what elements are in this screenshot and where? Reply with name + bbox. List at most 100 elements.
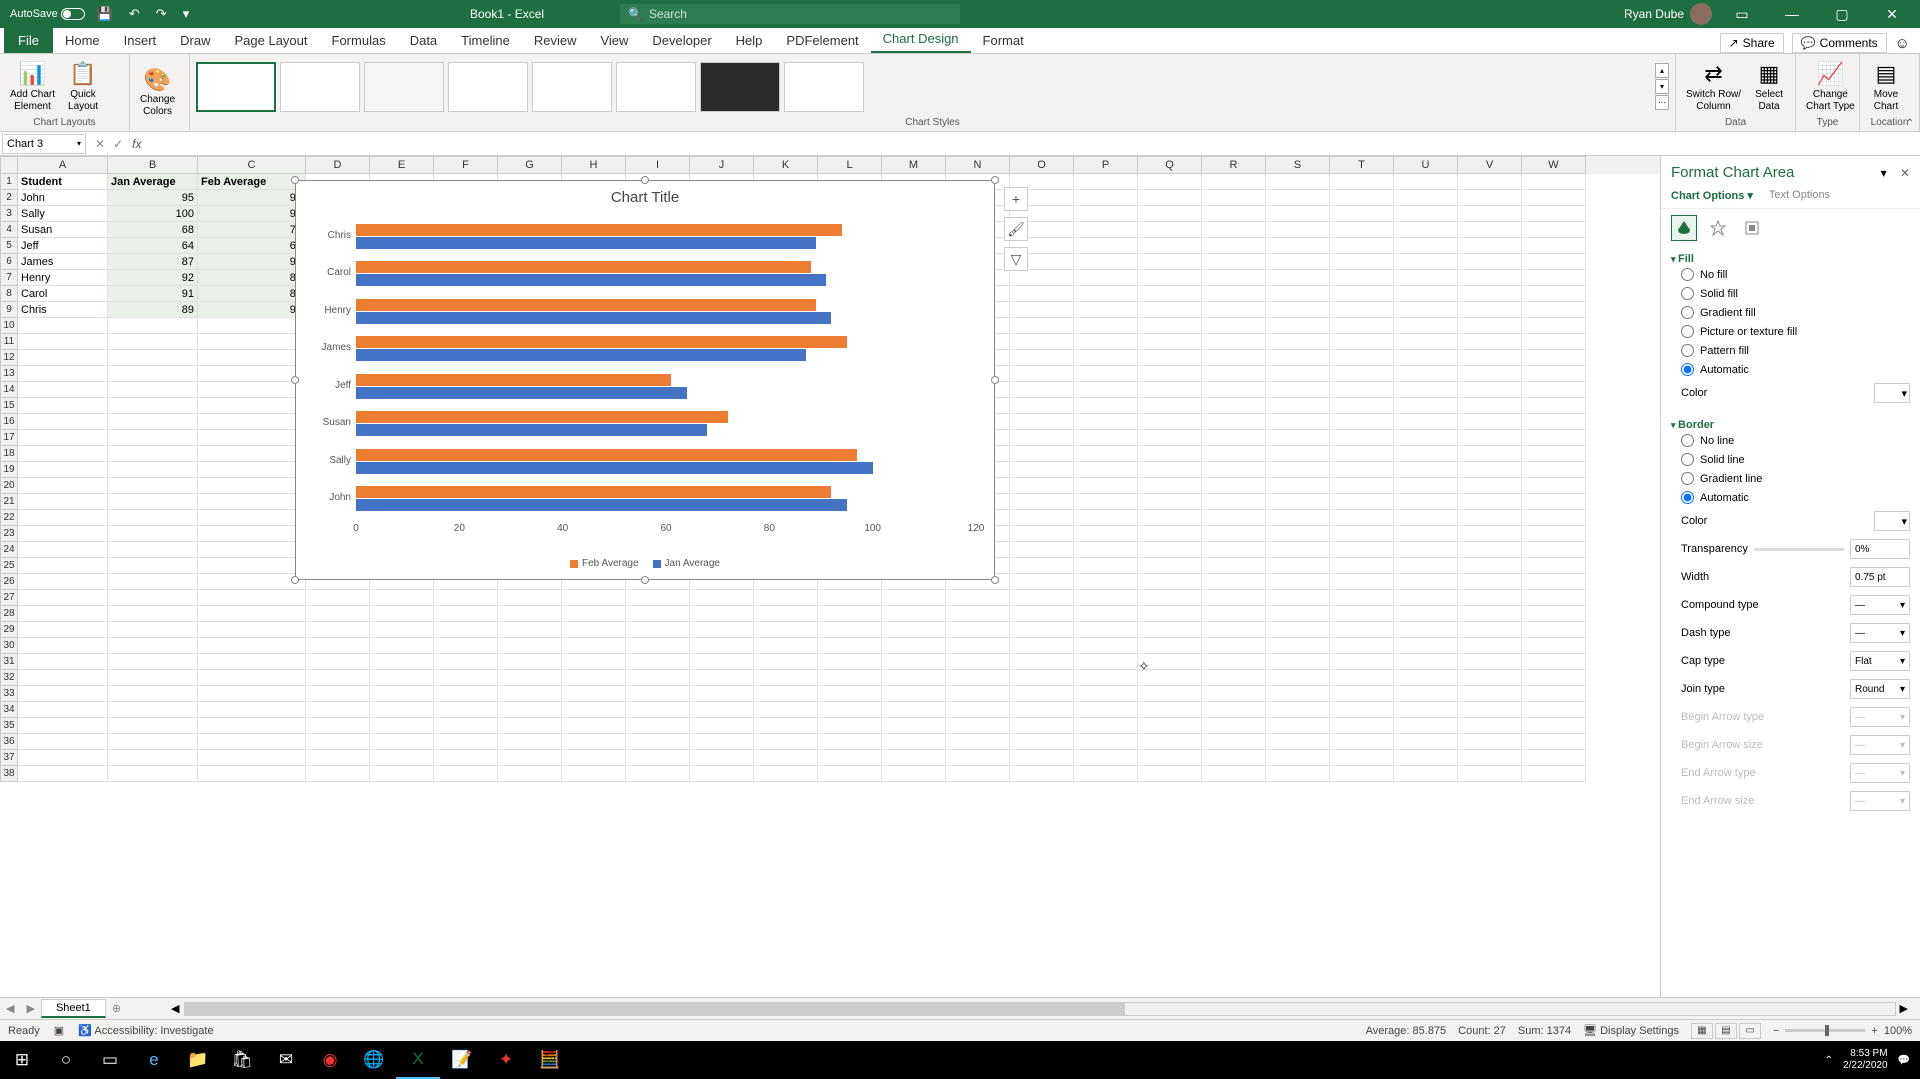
cell[interactable] — [198, 430, 306, 446]
cell[interactable] — [562, 670, 626, 686]
cell[interactable] — [1202, 366, 1266, 382]
cell[interactable] — [1074, 718, 1138, 734]
cell[interactable] — [1266, 462, 1330, 478]
display-settings-button[interactable]: 🖥 Display Settings — [1583, 1024, 1679, 1037]
cell[interactable] — [754, 590, 818, 606]
cell[interactable] — [1458, 190, 1522, 206]
cell[interactable] — [1138, 430, 1202, 446]
cell[interactable] — [1330, 302, 1394, 318]
cell[interactable] — [306, 718, 370, 734]
quick-layout-button[interactable]: 📋Quick Layout — [63, 59, 103, 115]
cell[interactable] — [1522, 430, 1586, 446]
formula-input[interactable] — [147, 134, 1920, 154]
cell[interactable] — [1330, 542, 1394, 558]
cell[interactable] — [1010, 590, 1074, 606]
cell[interactable] — [108, 382, 198, 398]
new-sheet-icon[interactable]: ⊕ — [106, 1002, 127, 1015]
column-header[interactable]: M — [882, 156, 946, 174]
cell[interactable] — [626, 686, 690, 702]
cell[interactable] — [946, 686, 1010, 702]
cell[interactable] — [1330, 654, 1394, 670]
cell[interactable] — [1522, 222, 1586, 238]
cell[interactable] — [946, 606, 1010, 622]
cell[interactable] — [626, 750, 690, 766]
cell[interactable] — [18, 510, 108, 526]
row-header[interactable]: 8 — [0, 286, 18, 302]
row-header[interactable]: 27 — [0, 590, 18, 606]
cell[interactable] — [1202, 654, 1266, 670]
cell[interactable] — [1074, 350, 1138, 366]
cell[interactable] — [946, 590, 1010, 606]
cell[interactable] — [1138, 574, 1202, 590]
cortana-icon[interactable]: ○ — [44, 1041, 88, 1079]
cell[interactable] — [1330, 606, 1394, 622]
comments-button[interactable]: 💬Comments — [1792, 33, 1887, 53]
cell[interactable] — [562, 590, 626, 606]
cell[interactable] — [108, 702, 198, 718]
cell[interactable] — [562, 766, 626, 782]
chart-style-8[interactable] — [784, 62, 864, 112]
cell[interactable] — [370, 686, 434, 702]
row-header[interactable]: 35 — [0, 718, 18, 734]
cell[interactable] — [1394, 414, 1458, 430]
column-header[interactable]: P — [1074, 156, 1138, 174]
cell[interactable] — [1138, 606, 1202, 622]
cell[interactable] — [1522, 718, 1586, 734]
cell[interactable] — [1458, 334, 1522, 350]
cell[interactable] — [198, 702, 306, 718]
column-header[interactable]: L — [818, 156, 882, 174]
cell[interactable] — [1458, 654, 1522, 670]
cell[interactable] — [690, 734, 754, 750]
cell[interactable] — [108, 462, 198, 478]
cell[interactable] — [1330, 718, 1394, 734]
column-header[interactable]: G — [498, 156, 562, 174]
cell[interactable] — [1522, 398, 1586, 414]
chart-style-7[interactable] — [700, 62, 780, 112]
cell[interactable] — [1330, 238, 1394, 254]
cell[interactable] — [1202, 718, 1266, 734]
tab-insert[interactable]: Insert — [112, 28, 169, 53]
cell[interactable] — [818, 606, 882, 622]
cell[interactable] — [434, 606, 498, 622]
cell[interactable] — [1074, 686, 1138, 702]
chart-style-1[interactable] — [196, 62, 276, 112]
cell[interactable] — [1522, 254, 1586, 270]
cell[interactable] — [18, 430, 108, 446]
cell[interactable] — [1458, 670, 1522, 686]
cell[interactable] — [626, 590, 690, 606]
cell[interactable] — [626, 638, 690, 654]
chart-bar[interactable] — [356, 237, 816, 249]
cell[interactable] — [1010, 430, 1074, 446]
cell[interactable] — [1522, 494, 1586, 510]
cell[interactable] — [1394, 286, 1458, 302]
cell[interactable] — [1202, 206, 1266, 222]
cell[interactable]: 95 — [108, 190, 198, 206]
cell[interactable]: 95 — [198, 254, 306, 270]
tab-view[interactable]: View — [588, 28, 640, 53]
cell[interactable] — [1522, 446, 1586, 462]
cell[interactable] — [1266, 766, 1330, 782]
normal-view-icon[interactable]: ▦ — [1691, 1023, 1713, 1039]
chart-bar[interactable] — [356, 274, 826, 286]
cell[interactable] — [18, 686, 108, 702]
cell[interactable]: Jeff — [18, 238, 108, 254]
tab-chart-options[interactable]: Chart Options ▾ — [1671, 189, 1753, 202]
cell[interactable] — [1458, 222, 1522, 238]
cell[interactable]: 94 — [198, 302, 306, 318]
row-header[interactable]: 3 — [0, 206, 18, 222]
tab-data[interactable]: Data — [398, 28, 449, 53]
cell[interactable] — [1394, 206, 1458, 222]
cell[interactable] — [1522, 606, 1586, 622]
cell[interactable] — [306, 670, 370, 686]
column-header[interactable]: E — [370, 156, 434, 174]
cell[interactable]: James — [18, 254, 108, 270]
cell[interactable] — [1522, 270, 1586, 286]
cell[interactable] — [754, 766, 818, 782]
cell[interactable] — [1202, 590, 1266, 606]
chart-style-2[interactable] — [280, 62, 360, 112]
cell[interactable] — [1138, 590, 1202, 606]
cell[interactable] — [108, 638, 198, 654]
fill-line-tab-icon[interactable] — [1671, 215, 1697, 241]
cell[interactable] — [1074, 526, 1138, 542]
cell[interactable] — [18, 718, 108, 734]
